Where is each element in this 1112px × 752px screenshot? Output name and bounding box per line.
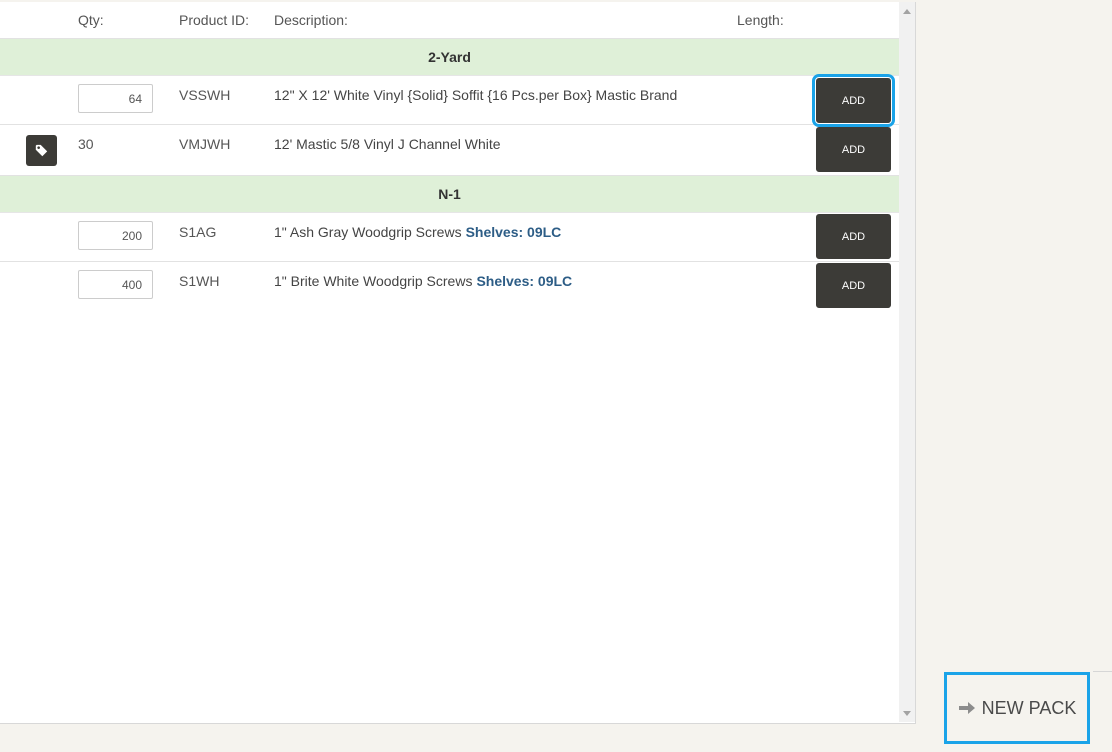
product-description: 1" Ash Gray Woodgrip Screws Shelves: 09LC bbox=[274, 224, 561, 240]
group-header-n-1: N-1 bbox=[0, 176, 899, 213]
table-header: Qty: Product ID: Description: Length: bbox=[0, 2, 899, 39]
product-list-panel: Qty: Product ID: Description: Length: 2-… bbox=[0, 2, 916, 724]
add-button[interactable]: ADD bbox=[816, 263, 891, 308]
description-text: 1" Brite White Woodgrip Screws bbox=[274, 273, 473, 289]
product-description: 1" Brite White Woodgrip Screws Shelves: 0… bbox=[274, 273, 572, 289]
product-description: 12' Mastic 5/8 Vinyl J Channel White bbox=[274, 136, 501, 152]
length-header: Length: bbox=[737, 12, 784, 28]
table-row: S1WH 1" Brite White Woodgrip ScrewsShelv… bbox=[0, 262, 899, 310]
scroll-up-arrow-icon[interactable] bbox=[903, 9, 911, 14]
product-id-header: Product ID: bbox=[179, 12, 250, 28]
scroll-down-arrow-icon[interactable] bbox=[903, 711, 911, 716]
product-id: VSSWH bbox=[179, 87, 231, 103]
new-pack-label: NEW PACK bbox=[981, 697, 1077, 718]
product-id: S1WH bbox=[179, 273, 220, 289]
product-id: S1AG bbox=[179, 224, 217, 240]
arrow-right-icon bbox=[958, 702, 975, 714]
shelves-location: Shelves: 09LC bbox=[465, 224, 562, 240]
vertical-scrollbar[interactable] bbox=[899, 2, 915, 722]
qty-header: Qty: bbox=[78, 12, 104, 28]
product-description: 12" X 12' White Vinyl {Solid} Soffit {16… bbox=[274, 87, 677, 103]
description-text: 12" X 12' White Vinyl {Solid} Soffit {16… bbox=[274, 87, 678, 103]
description-text: 12' Mastic 5/8 Vinyl J Channel White bbox=[274, 136, 501, 152]
add-button[interactable]: ADD bbox=[816, 214, 891, 259]
divider bbox=[1093, 671, 1112, 672]
quantity-input[interactable] bbox=[78, 84, 153, 113]
quantity-input[interactable] bbox=[78, 270, 153, 299]
product-table: Qty: Product ID: Description: Length: 2-… bbox=[0, 2, 899, 310]
quantity-input[interactable] bbox=[78, 221, 153, 250]
tag-button[interactable] bbox=[26, 135, 57, 166]
add-button[interactable]: ADD bbox=[816, 127, 891, 172]
table-row: S1AG 1" Ash Gray Woodgrip ScrewsShelves:… bbox=[0, 213, 899, 262]
add-button[interactable]: ADD bbox=[812, 74, 895, 127]
product-id: VMJWH bbox=[179, 136, 231, 152]
table-row: 30 VMJWH 12' Mastic 5/8 Vinyl J Channel … bbox=[0, 125, 899, 176]
description-header: Description: bbox=[274, 12, 348, 28]
quantity-value: 30 bbox=[78, 136, 94, 152]
new-pack-button[interactable]: NEW PACK bbox=[944, 672, 1090, 744]
description-text: 1" Ash Gray Woodgrip Screws bbox=[274, 224, 462, 240]
group-header-2-yard: 2-Yard bbox=[0, 39, 899, 76]
tag-icon bbox=[35, 144, 48, 157]
shelves-location: Shelves: 09LC bbox=[476, 273, 573, 289]
table-row: VSSWH 12" X 12' White Vinyl {Solid} Soff… bbox=[0, 74, 899, 127]
